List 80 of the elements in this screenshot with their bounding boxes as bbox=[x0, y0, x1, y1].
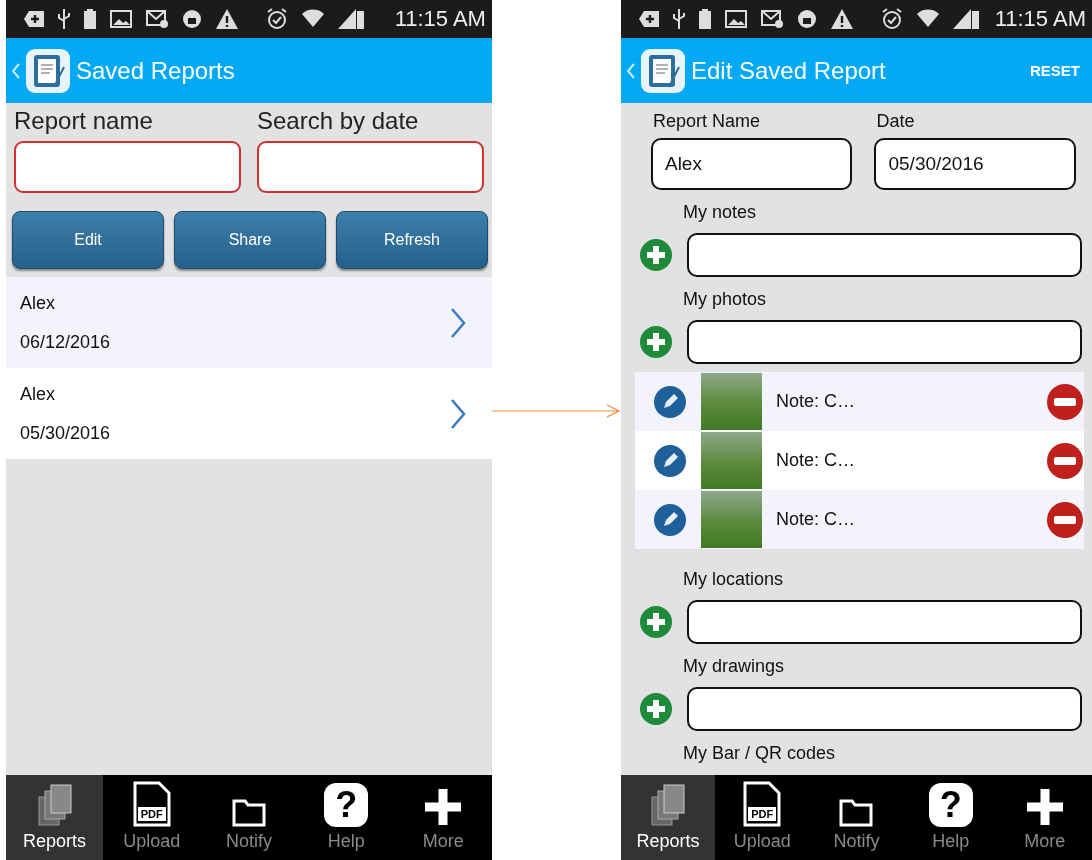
usb-icon bbox=[58, 9, 70, 29]
document-stack-icon bbox=[36, 783, 73, 827]
photo-placeholder bbox=[700, 491, 762, 548]
report-list-item[interactable]: Alex 06/12/2016 bbox=[6, 277, 492, 368]
alarm-icon bbox=[880, 8, 903, 30]
section-label: My locations bbox=[681, 568, 784, 590]
text-field[interactable]: 05/30/2016 bbox=[874, 138, 1076, 190]
alarm-icon bbox=[266, 8, 288, 30]
notification-plus-icon bbox=[24, 11, 44, 27]
pencil-icon[interactable] bbox=[652, 502, 687, 537]
plus-icon bbox=[1024, 787, 1065, 827]
wifi-icon bbox=[302, 9, 324, 29]
report-name: Alex bbox=[20, 383, 56, 405]
report-date: 05/30/2016 bbox=[20, 422, 112, 444]
app-logo-icon bbox=[26, 48, 70, 93]
help-icon: ? bbox=[324, 783, 369, 827]
search-field[interactable] bbox=[14, 141, 241, 193]
section-label: My drawings bbox=[681, 655, 785, 677]
folder-icon bbox=[839, 799, 874, 827]
report-date: 06/12/2016 bbox=[20, 331, 112, 353]
nav-tab[interactable]: Reports bbox=[6, 775, 104, 860]
photo-placeholder bbox=[700, 432, 762, 489]
field-label: Search by date bbox=[256, 107, 420, 135]
section-label: My photos bbox=[681, 288, 767, 310]
image-icon bbox=[724, 10, 747, 28]
report-name: Alex bbox=[20, 292, 56, 314]
note-text: Note: C… bbox=[775, 450, 856, 471]
nav-tab[interactable]: Reports bbox=[620, 775, 716, 860]
folder-icon bbox=[231, 799, 266, 827]
remove-icon[interactable] bbox=[1046, 441, 1084, 480]
pencil-icon[interactable] bbox=[652, 384, 687, 419]
mail-icon bbox=[146, 10, 168, 28]
remove-icon[interactable] bbox=[1046, 382, 1084, 421]
report-list-item[interactable]: Alex 05/30/2016 bbox=[6, 368, 492, 459]
status-time: 11:15 AM bbox=[394, 6, 486, 32]
plus-icon bbox=[423, 787, 464, 827]
chevron-right-icon bbox=[449, 306, 466, 339]
help-icon: ? bbox=[928, 783, 973, 827]
add-icon[interactable] bbox=[638, 605, 673, 639]
chevron-right-icon bbox=[449, 397, 466, 430]
pdf-file-icon: PDF bbox=[743, 781, 782, 827]
warning-icon bbox=[216, 9, 238, 29]
input-field[interactable] bbox=[686, 600, 1082, 644]
add-icon[interactable] bbox=[638, 325, 673, 359]
section-label: My notes bbox=[681, 201, 757, 223]
action-button[interactable]: Share bbox=[174, 211, 326, 269]
wifi-icon bbox=[916, 9, 939, 29]
field-label: Date bbox=[875, 111, 916, 132]
signal-icon bbox=[952, 9, 979, 29]
notification-plus-icon bbox=[638, 11, 659, 27]
photo-placeholder bbox=[700, 373, 762, 430]
add-icon[interactable] bbox=[638, 238, 673, 272]
battery-icon bbox=[84, 9, 96, 29]
input-field[interactable] bbox=[686, 320, 1082, 364]
add-icon[interactable] bbox=[638, 692, 673, 726]
document-stack-icon bbox=[650, 783, 687, 827]
action-button[interactable]: Refresh bbox=[335, 211, 488, 269]
field-label: Report name bbox=[14, 107, 154, 135]
signal-icon bbox=[338, 9, 364, 29]
text-field[interactable]: Alex bbox=[650, 138, 853, 190]
pencil-icon[interactable] bbox=[652, 443, 687, 478]
pdf-file-icon: PDF bbox=[132, 781, 171, 827]
note-text: Note: C… bbox=[775, 391, 856, 412]
mail-icon bbox=[760, 10, 783, 28]
battery-icon bbox=[698, 9, 711, 29]
remove-icon[interactable] bbox=[1046, 500, 1084, 539]
status-time: 11:15 AM bbox=[994, 6, 1086, 32]
search-field[interactable] bbox=[256, 141, 484, 193]
note-text: Note: C… bbox=[775, 509, 856, 530]
warning-icon bbox=[830, 9, 853, 29]
action-button[interactable]: Edit bbox=[12, 211, 164, 269]
screen-title: Edit Saved Report bbox=[690, 56, 886, 85]
input-field[interactable] bbox=[686, 687, 1082, 731]
usb-icon bbox=[672, 9, 685, 29]
field-label: Report Name bbox=[651, 111, 761, 132]
section-label: My Bar / QR codes bbox=[681, 742, 836, 764]
input-field[interactable] bbox=[686, 233, 1082, 277]
screen-title: Saved Reports bbox=[76, 56, 235, 85]
app-logo-icon bbox=[640, 48, 685, 93]
image-icon bbox=[110, 10, 132, 28]
